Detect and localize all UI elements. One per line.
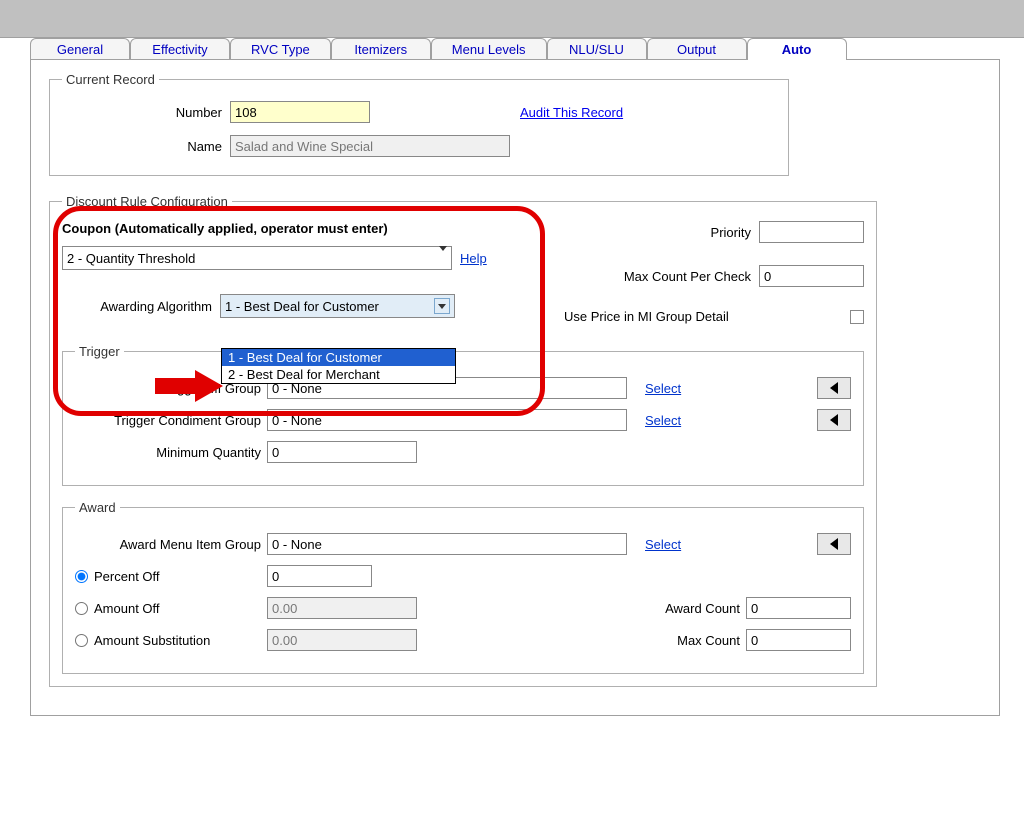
audit-link[interactable]: Audit This Record bbox=[520, 105, 623, 120]
award-mi-group-label: Award Menu Item Group bbox=[75, 537, 261, 552]
award-count-input[interactable] bbox=[746, 597, 851, 619]
number-input[interactable] bbox=[230, 101, 370, 123]
chevron-down-icon bbox=[434, 298, 450, 314]
use-price-label: Use Price in MI Group Detail bbox=[564, 309, 842, 324]
triangle-left-icon bbox=[830, 538, 838, 550]
tab-output[interactable]: Output bbox=[647, 38, 747, 60]
tab-bar: General Effectivity RVC Type Itemizers M… bbox=[0, 38, 1024, 60]
name-input bbox=[230, 135, 510, 157]
award-legend: Award bbox=[75, 500, 120, 515]
rule-headline: Coupon (Automatically applied, operator … bbox=[62, 221, 524, 236]
triangle-left-icon bbox=[830, 382, 838, 394]
trigger-legend: Trigger bbox=[75, 344, 124, 359]
rule-type-value: 2 - Quantity Threshold bbox=[67, 251, 195, 266]
tab-nlu-slu[interactable]: NLU/SLU bbox=[547, 38, 647, 60]
chevron-down-icon bbox=[439, 251, 447, 266]
algorithm-label: Awarding Algorithm bbox=[62, 299, 212, 314]
tab-menu-levels[interactable]: Menu Levels bbox=[431, 38, 547, 60]
help-link[interactable]: Help bbox=[460, 251, 487, 266]
algorithm-combo[interactable]: 1 - Best Deal for Customer bbox=[220, 294, 455, 318]
algorithm-value: 1 - Best Deal for Customer bbox=[225, 299, 379, 314]
rule-type-combo[interactable]: 2 - Quantity Threshold bbox=[62, 246, 452, 270]
amount-sub-radio[interactable] bbox=[75, 634, 88, 647]
award-fieldset: Award Award Menu Item Group Select Perce… bbox=[62, 500, 864, 674]
max-count-label: Max Count bbox=[677, 633, 740, 648]
name-label: Name bbox=[62, 139, 222, 154]
trigger-mi-select-link[interactable]: Select bbox=[645, 381, 681, 396]
percent-off-input[interactable] bbox=[267, 565, 372, 587]
tab-effectivity[interactable]: Effectivity bbox=[130, 38, 230, 60]
trigger-fieldset: Trigger Trigger MI Group Select Trigger … bbox=[62, 344, 864, 486]
tab-general[interactable]: General bbox=[30, 38, 130, 60]
amount-sub-label: Amount Substitution bbox=[94, 633, 210, 648]
tab-panel-auto: Current Record Number Audit This Record … bbox=[30, 59, 1000, 716]
amount-off-input bbox=[267, 597, 417, 619]
min-quantity-input[interactable] bbox=[267, 441, 417, 463]
current-record-legend: Current Record bbox=[62, 72, 159, 87]
algorithm-option-merchant[interactable]: 2 - Best Deal for Merchant bbox=[222, 366, 455, 383]
max-count-input[interactable] bbox=[746, 629, 851, 651]
min-quantity-label: Minimum Quantity bbox=[75, 445, 261, 460]
algorithm-option-customer[interactable]: 1 - Best Deal for Customer bbox=[222, 349, 455, 366]
discount-rule-legend: Discount Rule Configuration bbox=[62, 194, 232, 209]
award-mi-group-input[interactable] bbox=[267, 533, 627, 555]
current-record-fieldset: Current Record Number Audit This Record … bbox=[49, 72, 789, 176]
trigger-mi-prev-button[interactable] bbox=[817, 377, 851, 399]
tab-rvc-type[interactable]: RVC Type bbox=[230, 38, 331, 60]
priority-input[interactable] bbox=[759, 221, 864, 243]
percent-off-label: Percent Off bbox=[94, 569, 160, 584]
discount-rule-fieldset: Discount Rule Configuration Coupon (Auto… bbox=[49, 194, 877, 687]
algorithm-dropdown[interactable]: 1 - Best Deal for Customer 2 - Best Deal… bbox=[221, 348, 456, 384]
trigger-cond-group-label: Trigger Condiment Group bbox=[75, 413, 261, 428]
tab-auto[interactable]: Auto bbox=[747, 38, 847, 60]
award-count-label: Award Count bbox=[665, 601, 740, 616]
max-count-check-label: Max Count Per Check bbox=[564, 269, 751, 284]
max-count-check-input[interactable] bbox=[759, 265, 864, 287]
tab-itemizers[interactable]: Itemizers bbox=[331, 38, 431, 60]
award-mi-prev-button[interactable] bbox=[817, 533, 851, 555]
trigger-cond-select-link[interactable]: Select bbox=[645, 413, 681, 428]
trigger-cond-group-input[interactable] bbox=[267, 409, 627, 431]
amount-off-label: Amount Off bbox=[94, 601, 160, 616]
number-label: Number bbox=[62, 105, 222, 120]
award-mi-select-link[interactable]: Select bbox=[645, 537, 681, 552]
triangle-left-icon bbox=[830, 414, 838, 426]
use-price-checkbox[interactable] bbox=[850, 310, 864, 324]
toolbar-placeholder bbox=[0, 0, 1024, 38]
trigger-cond-prev-button[interactable] bbox=[817, 409, 851, 431]
priority-label: Priority bbox=[564, 225, 751, 240]
amount-off-radio[interactable] bbox=[75, 602, 88, 615]
percent-off-radio[interactable] bbox=[75, 570, 88, 583]
amount-sub-input bbox=[267, 629, 417, 651]
